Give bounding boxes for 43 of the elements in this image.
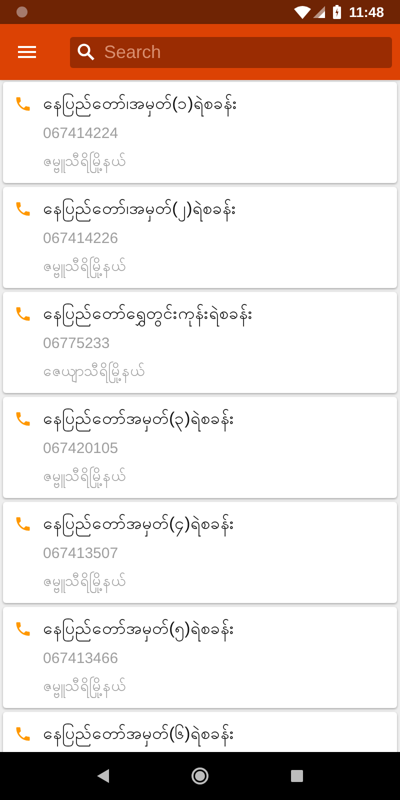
station-card[interactable]: နေပြည်တော်၊အမှတ်(၂)ရဲစခန်း 067414226 ဇမ္ဗူသီရိမြို့နယ် (3, 187, 397, 288)
phone-icon (14, 725, 32, 743)
back-icon[interactable] (97, 769, 109, 783)
phone-number: 067413466 (43, 649, 120, 669)
station-card[interactable]: နေပြည်တော်အမှတ်(၄)ရဲစခန်း 067413507 ဇမ္ဗူသီရိမြို့နယ် (3, 502, 397, 603)
station-card[interactable]: နေပြည်တော်အမှတ်(၃)ရဲစခန်း 067420105 ဇမ္ဗူသီရိမြို့နယ် (3, 397, 397, 498)
station-card[interactable]: နေပြည်တော်အမှတ်(၆)ရဲစခန်း (3, 712, 397, 752)
phone-icon (14, 515, 32, 533)
signal-icon (312, 6, 325, 18)
township-name: ဇမ္ဗူသီရိမြို့နယ် (43, 675, 234, 699)
phone-icon (14, 95, 32, 113)
battery-icon (332, 5, 341, 19)
phone-icon (14, 200, 32, 218)
station-name: နေပြည်တော်အမှတ်(၃)ရဲစခန်း (43, 407, 234, 431)
wifi-icon (294, 6, 311, 18)
station-card[interactable]: နေပြည်တော်အမှတ်(၅)ရဲစခန်း 067413466 ဇမ္ဗူသီရိမြို့နယ် (3, 607, 397, 708)
station-name: နေပြည်တော်ရွှေတွင်းကုန်းရဲစခန်း (43, 302, 253, 326)
township-name: ဇမ္ဗူသီရိမြို့နယ် (43, 150, 238, 174)
township-name: ဇမ္ဗူသီရိမြို့နယ် (43, 255, 236, 279)
search-icon (77, 42, 95, 60)
phone-number: 06775233 (43, 334, 111, 354)
station-name: နေပြည်တော်အမှတ်(၆)ရဲစခန်း (43, 722, 234, 746)
station-name: နေပြည်တော်အမှတ်(၅)ရဲစခန်း (43, 617, 234, 641)
phone-icon (14, 410, 32, 428)
search-field[interactable]: Search (70, 36, 392, 68)
station-name: နေပြည်တော်အမှတ်(၄)ရဲစခန်း (43, 512, 234, 536)
phone-number: 067413507 (43, 544, 120, 564)
home-icon[interactable] (191, 767, 209, 785)
phone-icon (14, 620, 32, 638)
station-card[interactable]: နေပြည်တော်၊အမှတ်(၁)ရဲစခန်း 067414224 ဇမ္ဗူသီရိမြို့နယ် (3, 82, 397, 183)
clock-time: 11:48 (348, 2, 384, 22)
phone-number: 067414226 (43, 229, 120, 249)
station-name: နေပြည်တော်၊အမှတ်(၂)ရဲစခန်း (43, 197, 236, 221)
phone-number: 067414224 (43, 124, 120, 144)
township-name: ဇမ္ဗူသီရိမြို့နယ် (43, 465, 234, 489)
phone-icon (14, 305, 32, 323)
station-card[interactable]: နေပြည်တော်ရွှေတွင်းကုန်းရဲစခန်း 06775233 ဇေယျာသီရိမြို့နယ် (3, 292, 397, 393)
notification-icon (16, 6, 28, 18)
phone-number: 067420105 (43, 439, 120, 459)
township-name: ဇေယျာသီရိမြို့နယ် (43, 360, 253, 384)
township-name: ဇမ္ဗူသီရိမြို့နယ် (43, 570, 234, 594)
station-name: နေပြည်တော်၊အမှတ်(၁)ရဲစခန်း (43, 92, 238, 116)
menu-icon[interactable] (18, 46, 36, 58)
